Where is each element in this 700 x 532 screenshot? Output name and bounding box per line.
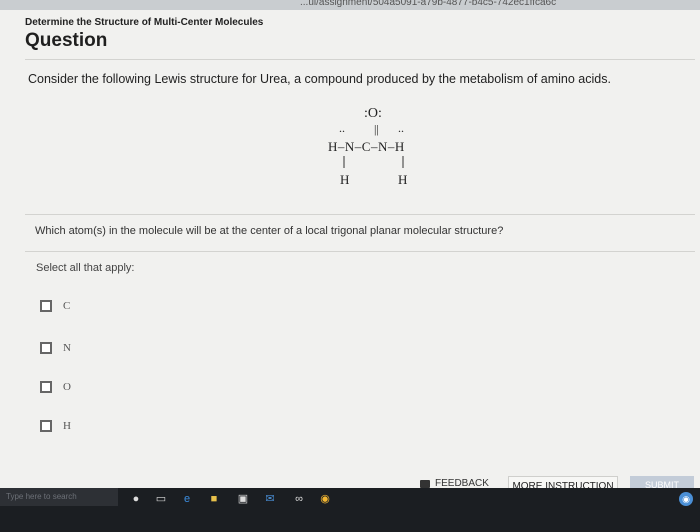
- assignment-page: Determine the Structure of Multi-Center …: [0, 10, 700, 488]
- checkbox[interactable]: [40, 300, 52, 312]
- module-title: Determine the Structure of Multi-Center …: [25, 17, 264, 28]
- feedback-icon: [420, 479, 430, 488]
- browser-address-strip: ...ui/assignment/504a5091-a79b-4877-b4c5…: [0, 0, 700, 10]
- question-divider: [25, 214, 695, 215]
- checkbox[interactable]: [40, 420, 52, 432]
- edge-icon[interactable]: e: [181, 493, 193, 505]
- vertical-bonds: [343, 156, 404, 168]
- question-text: Which atom(s) in the molecule will be at…: [35, 225, 504, 237]
- option-label: N: [63, 342, 71, 354]
- mail-icon[interactable]: ✉: [264, 493, 276, 505]
- select-all-note: Select all that apply:: [36, 262, 135, 274]
- option-n[interactable]: N: [40, 340, 71, 356]
- options-divider: [25, 251, 695, 252]
- option-h[interactable]: H: [40, 418, 71, 434]
- task-view-icon[interactable]: ▭: [155, 493, 167, 505]
- store-icon[interactable]: ▣: [237, 493, 249, 505]
- option-label: H: [63, 420, 71, 432]
- urea-lewis-structure: :O: || .. .. H–N–C–N–H H H: [318, 106, 448, 206]
- microphone-icon[interactable]: ●: [130, 493, 142, 505]
- taskbar-search-input[interactable]: Type here to search: [0, 488, 118, 506]
- hydrogen-right: H: [398, 172, 408, 187]
- windows-taskbar: Type here to search ● ▭ e ■ ▣ ✉ ∞ ◉ ◉: [0, 488, 700, 532]
- file-explorer-icon[interactable]: ■: [208, 493, 220, 505]
- notification-icon[interactable]: ◉: [679, 492, 693, 506]
- hydrogen-left: H: [340, 172, 350, 187]
- option-label: O: [63, 381, 71, 393]
- section-title: Question: [25, 30, 108, 51]
- title-divider: [25, 59, 695, 60]
- option-c[interactable]: C: [40, 298, 70, 314]
- checkbox[interactable]: [40, 342, 52, 354]
- chrome-icon[interactable]: ◉: [319, 493, 331, 505]
- option-label: C: [63, 300, 71, 312]
- checkbox[interactable]: [40, 381, 52, 393]
- question-intro: Consider the following Lewis structure f…: [28, 72, 611, 86]
- option-o[interactable]: O: [40, 379, 71, 395]
- people-icon[interactable]: ∞: [293, 493, 305, 505]
- browser-url: ...ui/assignment/504a5091-a79b-4877-b4c5…: [300, 0, 557, 8]
